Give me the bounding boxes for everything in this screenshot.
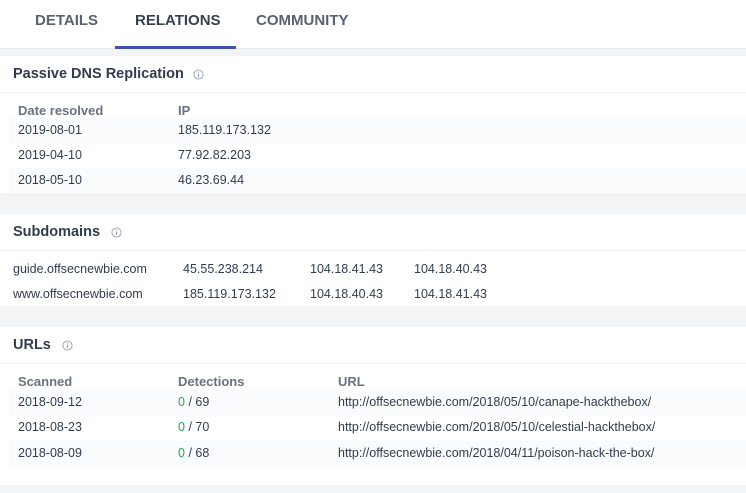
subdomains-title: Subdomains xyxy=(13,224,101,240)
column-header-ip: IP xyxy=(178,103,191,118)
info-icon[interactable] xyxy=(62,340,73,351)
detections-total: / 69 xyxy=(188,395,210,409)
tab-bar: DETAILS RELATIONS COMMUNITY xyxy=(0,0,746,49)
scanned-date: 2018-08-23 xyxy=(18,420,82,434)
info-icon[interactable] xyxy=(193,69,204,80)
active-tab-indicator xyxy=(115,46,236,49)
tab-details[interactable]: DETAILS xyxy=(35,0,99,49)
ip-link[interactable]: 45.55.238.214 xyxy=(183,262,263,276)
urls-title: URLs xyxy=(13,337,51,353)
detections-total: / 70 xyxy=(188,420,210,434)
detections-positives: 0 xyxy=(178,446,185,460)
column-header-date-resolved: Date resolved xyxy=(18,103,104,118)
info-icon[interactable] xyxy=(111,227,122,238)
subdomain-link[interactable]: www.offsecnewbie.com xyxy=(13,287,143,301)
ip-link[interactable]: 104.18.41.43 xyxy=(310,262,383,276)
column-header-detections: Detections xyxy=(178,374,245,389)
url-link[interactable]: http://offsecnewbie.com/2018/05/10/celes… xyxy=(338,420,655,434)
ip-link[interactable]: 46.23.69.44 xyxy=(178,173,244,187)
urls-card: URLs Scanned Detections URL 2018-09-12 0… xyxy=(0,327,746,485)
subdomains-card: Subdomains guide.offsecnewbie.com 45.55.… xyxy=(0,214,746,306)
passive-dns-card: Passive DNS Replication Date resolved IP… xyxy=(0,56,746,193)
subdomain-link[interactable]: guide.offsecnewbie.com xyxy=(13,262,147,276)
ip-link[interactable]: 104.18.40.43 xyxy=(414,262,487,276)
table-row xyxy=(9,118,746,143)
scanned-date: 2018-08-09 xyxy=(18,446,82,460)
url-link[interactable]: http://offsecnewbie.com/2018/04/11/poiso… xyxy=(338,446,654,460)
date-resolved: 2019-08-01 xyxy=(18,123,82,137)
tab-community[interactable]: COMMUNITY xyxy=(256,0,349,49)
detections: 0 / 70 xyxy=(178,420,209,434)
date-resolved: 2018-05-10 xyxy=(18,173,82,187)
tab-details-label: DETAILS xyxy=(35,12,99,29)
ip-link[interactable]: 185.119.173.132 xyxy=(178,123,271,137)
passive-dns-title: Passive DNS Replication xyxy=(13,66,184,82)
detections: 0 / 68 xyxy=(178,446,209,460)
url-link[interactable]: http://offsecnewbie.com/2018/05/10/canap… xyxy=(338,395,651,409)
ip-link[interactable]: 77.92.82.203 xyxy=(178,148,251,162)
detections-positives: 0 xyxy=(178,420,185,434)
column-header-scanned: Scanned xyxy=(18,374,73,389)
tab-relations[interactable]: RELATIONS xyxy=(115,0,236,49)
detections-total: / 68 xyxy=(188,446,210,460)
urls-header: URLs xyxy=(0,327,746,364)
passive-dns-header: Passive DNS Replication xyxy=(0,56,746,93)
detections: 0 / 69 xyxy=(178,395,209,409)
ip-link[interactable]: 104.18.41.43 xyxy=(414,287,487,301)
ip-link[interactable]: 104.18.40.43 xyxy=(310,287,383,301)
scanned-date: 2018-09-12 xyxy=(18,395,82,409)
column-header-url: URL xyxy=(338,374,365,389)
date-resolved: 2019-04-10 xyxy=(18,148,82,162)
tab-relations-label: RELATIONS xyxy=(135,12,221,29)
detections-positives: 0 xyxy=(178,395,185,409)
tab-community-label: COMMUNITY xyxy=(256,12,349,29)
ip-link[interactable]: 185.119.173.132 xyxy=(183,287,276,301)
table-row xyxy=(9,168,746,193)
subdomains-header: Subdomains xyxy=(0,214,746,251)
